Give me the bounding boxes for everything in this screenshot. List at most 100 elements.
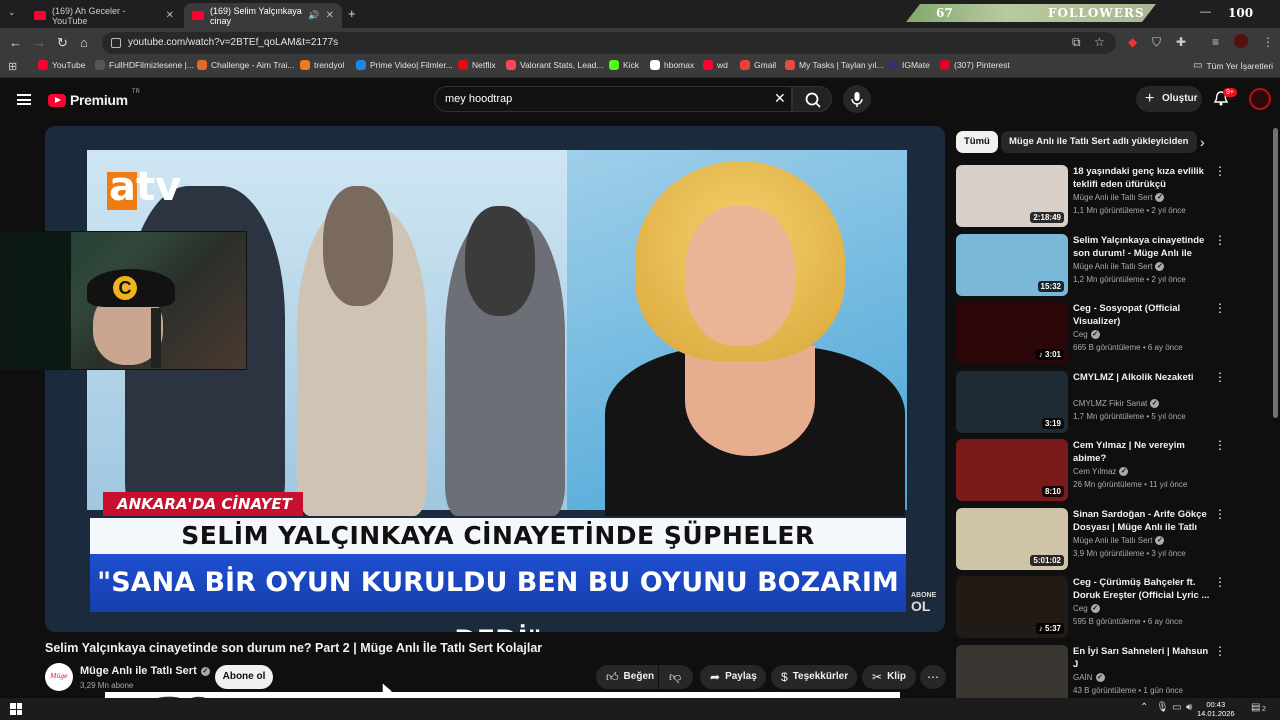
video-thumbnail[interactable]: 15:32 bbox=[956, 233, 1068, 296]
recommendation-item[interactable]: 3:19 CMYLMZ | Alkolik Nezaketi CMYLMZ Fi… bbox=[956, 370, 1226, 433]
extension-icon[interactable]: ◆ bbox=[1128, 35, 1137, 49]
reload-icon[interactable]: ↻ bbox=[57, 35, 68, 51]
network-icon[interactable]: ▭ bbox=[1172, 702, 1181, 713]
page-scrollbar[interactable] bbox=[1271, 80, 1280, 692]
menu-kebab-icon[interactable]: ⋮ bbox=[1262, 35, 1274, 49]
more-options-icon[interactable]: ⋮ bbox=[1214, 645, 1226, 657]
tray-mic-icon[interactable]: 🎙︎ bbox=[1156, 702, 1169, 713]
audio-icon[interactable]: 🔊 bbox=[308, 10, 319, 21]
recommendation-item[interactable]: ♪ 3:01 Ceg - Sosyopat (Official Visualiz… bbox=[956, 302, 1226, 364]
bookmark-item[interactable]: wd bbox=[703, 60, 728, 70]
subscribe-button[interactable]: Abone ol bbox=[215, 665, 273, 689]
close-icon[interactable]: ✕ bbox=[166, 10, 174, 21]
account-avatar[interactable] bbox=[1249, 88, 1271, 110]
clear-search-icon[interactable]: ✕ bbox=[774, 90, 786, 107]
recommendation-item[interactable]: 5:01:02 Sinan Sardoğan - Arife Gökçe Dos… bbox=[956, 507, 1226, 570]
recommendation-item[interactable]: 2:18:49 18 yaşındaki genç kıza evlilik t… bbox=[956, 165, 1226, 227]
chip-from-uploader[interactable]: Müge Anlı ile Tatlı Sert adlı yükleyicid… bbox=[1001, 131, 1197, 153]
bookmark-item[interactable]: Prime Video| Filmler... bbox=[356, 60, 453, 70]
tray-chevron-icon[interactable]: ⌃ bbox=[1140, 702, 1148, 713]
video-thumbnail[interactable]: 5:01:02 bbox=[956, 507, 1068, 570]
hamburger-menu-icon[interactable] bbox=[17, 94, 31, 105]
bookmark-item[interactable]: YouTube bbox=[38, 60, 85, 70]
windows-start-icon[interactable] bbox=[10, 703, 22, 715]
chevron-right-icon[interactable]: › bbox=[1200, 134, 1205, 150]
video-thumbnail[interactable]: ♪ 3:01 bbox=[956, 302, 1068, 364]
video-thumbnail[interactable]: 2:18:49 bbox=[956, 165, 1068, 227]
apps-grid-icon[interactable]: ⊞ bbox=[8, 60, 17, 73]
recommendation-title[interactable]: Cem Yılmaz | Ne vereyim abime? bbox=[1073, 439, 1211, 465]
channel-avatar[interactable]: Müge Anlı bbox=[45, 663, 73, 708]
bookmark-item[interactable]: hbomax bbox=[650, 60, 694, 70]
recommendation-channel[interactable]: Ceg ✓ bbox=[1073, 330, 1100, 339]
like-button[interactable]: 👍︎ Beğen bbox=[596, 665, 658, 689]
bookmark-item[interactable]: trendyol bbox=[300, 60, 344, 70]
recommendation-channel[interactable]: Müge Anlı ile Tatlı Sert ✓ bbox=[1073, 193, 1165, 202]
channel-name[interactable]: Müge Anlı ile Tatlı Sert ✓ bbox=[80, 665, 210, 677]
recommendation-item[interactable]: ♪ 5:37 Ceg - Çürümüş Bahçeler ft. Doruk … bbox=[956, 576, 1226, 638]
more-options-icon[interactable]: ⋮ bbox=[1214, 508, 1226, 520]
tab-search-icon[interactable]: ⌄ bbox=[8, 7, 16, 18]
site-info-icon[interactable] bbox=[111, 38, 121, 48]
recommendation-item[interactable]: 15:32 Selim Yalçınkaya cinayetinde son d… bbox=[956, 233, 1226, 296]
minimize-icon[interactable]: — bbox=[1200, 6, 1211, 18]
volume-icon[interactable]: 🔊︎ bbox=[1186, 702, 1192, 713]
recommendation-item[interactable]: 8:10 Cem Yılmaz | Ne vereyim abime? Cem … bbox=[956, 439, 1226, 501]
scrollbar-thumb[interactable] bbox=[1273, 128, 1278, 418]
more-options-icon[interactable]: ⋮ bbox=[1214, 576, 1226, 588]
recommendation-title[interactable]: Selim Yalçınkaya cinayetinde son durum! … bbox=[1073, 234, 1211, 260]
thanks-button[interactable]: $ Teşekkürler bbox=[771, 665, 857, 689]
recommendation-title[interactable]: Ceg - Sosyopat (Official Visualizer) bbox=[1073, 302, 1211, 328]
recommendation-title[interactable]: En İyi Sarı Sahneleri | Mahsun J bbox=[1073, 645, 1211, 671]
recommendation-title[interactable]: 18 yaşındaki genç kıza evlilik teklifi e… bbox=[1073, 165, 1211, 191]
create-button[interactable]: + Oluştur bbox=[1136, 86, 1202, 112]
video-thumbnail[interactable]: ♪ 5:37 bbox=[956, 576, 1068, 638]
more-options-icon[interactable]: ⋮ bbox=[1214, 302, 1226, 314]
bookmark-item[interactable]: IGMate bbox=[888, 60, 930, 70]
voice-search-button[interactable] bbox=[843, 85, 871, 113]
forward-icon[interactable]: → bbox=[33, 35, 46, 50]
home-icon[interactable]: ⌂ bbox=[80, 35, 88, 50]
share-button[interactable]: ➦ Paylaş bbox=[700, 665, 766, 689]
extensions-icon[interactable]: ✚ bbox=[1176, 35, 1186, 49]
search-button[interactable] bbox=[792, 86, 832, 112]
recommendation-channel[interactable]: Cem Yılmaz ✓ bbox=[1073, 467, 1129, 476]
recommendation-channel[interactable]: Müge Anlı ile Tatlı Sert ✓ bbox=[1073, 261, 1165, 271]
youtube-premium-logo[interactable]: Premium TR bbox=[48, 89, 140, 108]
bookmark-item[interactable]: Challenge - Aim Trai... bbox=[197, 60, 295, 70]
all-bookmarks[interactable]: ▭ Tüm Yer İşaretleri bbox=[1193, 60, 1273, 71]
close-icon[interactable]: ✕ bbox=[326, 10, 334, 21]
chip-all[interactable]: Tümü bbox=[956, 131, 998, 153]
search-input[interactable]: mey hoodtrap bbox=[434, 86, 792, 112]
recommendation-channel[interactable]: Müge Anlı ile Tatlı Sert ✓ bbox=[1073, 535, 1165, 545]
bookmark-item[interactable]: My Tasks | Taylan yıl... bbox=[785, 60, 884, 70]
bookmark-item[interactable]: Netflix bbox=[458, 60, 496, 70]
install-icon[interactable]: ⧉ bbox=[1072, 35, 1081, 50]
shield-icon[interactable]: ⛉ bbox=[1152, 35, 1161, 50]
bookmark-item[interactable]: FullHDFilmizlesene |... bbox=[95, 60, 194, 70]
more-options-icon[interactable]: ⋮ bbox=[1214, 439, 1226, 451]
media-icon[interactable]: ≡ bbox=[1212, 35, 1219, 49]
recommendation-channel[interactable]: CMYLMZ Fikir Sanat ✓ bbox=[1073, 398, 1160, 408]
recommendation-title[interactable]: CMYLMZ | Alkolik Nezaketi bbox=[1073, 371, 1211, 384]
bookmark-star-icon[interactable]: ☆ bbox=[1094, 35, 1105, 49]
bookmark-item[interactable]: Kick bbox=[609, 60, 639, 70]
video-thumbnail[interactable]: 3:19 bbox=[956, 370, 1068, 433]
browser-tab-ah-geceler[interactable]: (169) Ah Geceler - YouTube ✕ bbox=[26, 3, 182, 28]
subscribe-watermark[interactable]: ABONE OL bbox=[911, 592, 936, 613]
more-options-icon[interactable]: ⋮ bbox=[1214, 165, 1226, 177]
bookmark-item[interactable]: (307) Pinterest bbox=[940, 60, 1010, 70]
address-bar[interactable]: youtube.com/watch?v=2BTEf_qoLAM&t=2177s bbox=[102, 32, 1116, 54]
recommendation-title[interactable]: Sinan Sardoğan - Arife Gökçe Dosyası | M… bbox=[1073, 508, 1211, 534]
browser-tab-selim[interactable]: (169) Selim Yalçınkaya cinay 🔊 ✕ bbox=[184, 3, 342, 28]
dislike-button[interactable]: 👎︎ bbox=[659, 665, 693, 689]
new-tab-button[interactable]: + bbox=[348, 6, 356, 21]
more-options-icon[interactable]: ⋮ bbox=[1214, 234, 1226, 246]
system-clock[interactable]: 00:43 14.01.2026 bbox=[1197, 700, 1235, 718]
recommendation-channel[interactable]: Ceg ✓ bbox=[1073, 604, 1100, 613]
recommendation-channel[interactable]: GAİN ✓ bbox=[1073, 672, 1105, 682]
more-actions-button[interactable]: ⋯ bbox=[920, 665, 946, 689]
recommendation-title[interactable]: Ceg - Çürümüş Bahçeler ft. Doruk Ereşter… bbox=[1073, 576, 1211, 602]
bookmark-item[interactable]: Valorant Stats, Lead... bbox=[506, 60, 603, 70]
video-thumbnail[interactable]: 8:10 bbox=[956, 439, 1068, 501]
